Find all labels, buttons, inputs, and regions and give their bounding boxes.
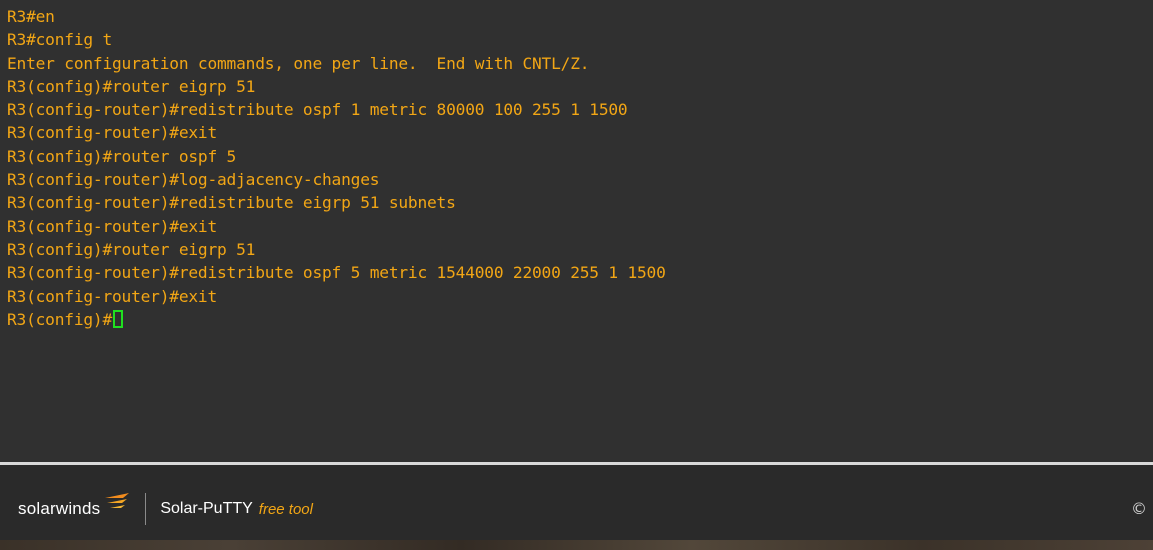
terminal-line: Enter configuration commands, one per li… bbox=[7, 53, 590, 73]
terminal-line: R3(config)#router eigrp 51 bbox=[7, 76, 256, 96]
copyright-icon[interactable]: © bbox=[1131, 499, 1147, 518]
terminal-line: R3(config-router)#redistribute ospf 1 me… bbox=[7, 100, 628, 120]
terminal-line: R3(config-router)#log-adjacency-changes bbox=[7, 170, 380, 190]
brand-separator bbox=[145, 493, 147, 525]
terminal-line: R3#en bbox=[7, 7, 55, 26]
terminal-line: R3(config)#router ospf 5 bbox=[7, 146, 237, 166]
terminal-line: R3(config-router)#redistribute eigrp 51 … bbox=[7, 193, 456, 213]
window-background-strip bbox=[0, 540, 1153, 550]
terminal-line: R3(config-router)#exit bbox=[7, 286, 218, 306]
terminal-output[interactable]: R3#en R3#config t Enter configuration co… bbox=[0, 0, 1153, 462]
product-name: Solar-PuTTY bbox=[160, 500, 253, 517]
footer-bar: solarwinds Solar-PuTTY free tool © bbox=[0, 465, 1153, 540]
solarwinds-logo-icon bbox=[105, 493, 130, 508]
terminal-line: R3(config)#router eigrp 51 bbox=[7, 239, 256, 259]
terminal-line: R3#config t bbox=[7, 30, 113, 50]
free-tool-label: free tool bbox=[258, 500, 313, 518]
solarwinds-brand: solarwinds bbox=[18, 499, 101, 518]
terminal-prompt-line[interactable]: R3(config)# bbox=[7, 308, 1153, 331]
terminal-prompt: R3(config)# bbox=[7, 309, 113, 329]
brand-block: solarwinds Solar-PuTTY free tool bbox=[18, 489, 313, 529]
terminal-line: R3(config-router)#exit bbox=[7, 216, 218, 236]
terminal-cursor bbox=[113, 309, 124, 328]
terminal-line: R3(config-router)#redistribute ospf 5 me… bbox=[7, 263, 666, 283]
terminal-line: R3(config-router)#exit bbox=[7, 123, 218, 143]
